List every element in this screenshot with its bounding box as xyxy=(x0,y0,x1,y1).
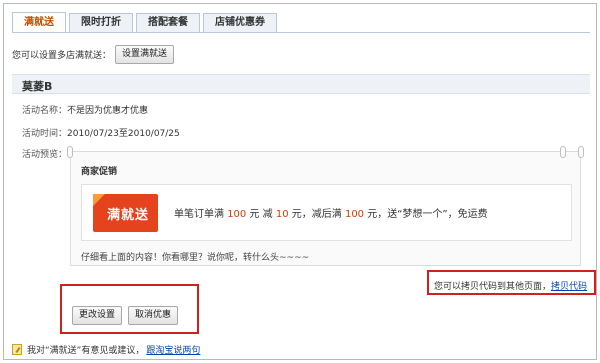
copy-code-row: 您可以拷贝代码到其他页面，拷贝代码 xyxy=(434,279,587,292)
setup-row: 您可以设置多店满就送： 设置满就送 xyxy=(12,44,175,64)
rule-amount-2: 10 xyxy=(275,209,289,220)
feedback-note-icon xyxy=(12,343,22,355)
rule-part-1: 单笔订单满 xyxy=(174,209,224,220)
resize-handle-right[interactable] xyxy=(578,146,584,158)
preview-title: 商家促销 xyxy=(81,167,118,177)
activity-preview-field: 活动预览： xyxy=(22,147,67,160)
copy-code-text: 您可以拷贝代码到其他页面， xyxy=(434,282,552,292)
setup-manjiusong-button[interactable]: 设置满就送 xyxy=(115,44,175,64)
promo-card: 满就送 单笔订单满 100 元 减 10 元，减后满 100 元，送“梦想一个”… xyxy=(81,184,572,241)
promo-rule: 单笔订单满 100 元 减 10 元，减后满 100 元，送“梦想一个”，免运费 xyxy=(174,205,488,220)
activity-name-label: 活动名称： xyxy=(22,106,68,116)
copy-code-highlight: 您可以拷贝代码到其他页面，拷贝代码 xyxy=(427,270,596,295)
rule-amount-1: 100 xyxy=(227,209,247,220)
activity-name-field: 活动名称：不是因为优惠才优惠 xyxy=(22,103,148,116)
tab-manjiusong[interactable]: 满就送 xyxy=(12,12,66,33)
resize-handle-right-inner[interactable] xyxy=(560,146,566,158)
badge-corner xyxy=(93,194,105,206)
cancel-promo-button[interactable]: 取消优惠 xyxy=(128,306,179,325)
tab-bundle[interactable]: 搭配套餐 xyxy=(136,13,200,32)
activity-preview-label: 活动预览： xyxy=(22,150,68,160)
rule-part-3: 元，减后满 xyxy=(291,209,342,220)
actions-highlight: 更改设置 取消优惠 xyxy=(60,284,199,334)
app-frame: 满就送 限时打折 搭配套餐 店铺优惠券 您可以设置多店满就送： 设置满就送 莫菱… xyxy=(3,3,597,360)
rule-amount-3: 100 xyxy=(344,209,365,220)
panel-title: 莫菱B xyxy=(22,80,53,93)
tab-flash-discount[interactable]: 限时打折 xyxy=(69,13,133,32)
resize-handle-left[interactable] xyxy=(67,146,73,158)
modify-settings-button[interactable]: 更改设置 xyxy=(72,306,123,325)
activity-name-value: 不是因为优惠才优惠 xyxy=(67,106,149,116)
panel-header: 莫菱B xyxy=(12,74,590,94)
tab-store-coupon[interactable]: 店铺优惠券 xyxy=(203,13,277,32)
rule-part-2: 元 减 xyxy=(249,209,273,220)
feedback-row: 我对“满就送”有意见或建议， 跟淘宝说两句 xyxy=(12,342,200,356)
rule-part-4: 元，送“梦想一个”，免运费 xyxy=(367,209,488,220)
manjiusong-badge-icon: 满就送 xyxy=(93,194,158,232)
activity-time-value: 2010/07/23至2010/07/25 xyxy=(67,129,180,139)
feedback-link[interactable]: 跟淘宝说两句 xyxy=(146,343,200,356)
tab-bar: 满就送 限时打折 搭配套餐 店铺优惠券 xyxy=(12,11,280,33)
copy-code-link[interactable]: 拷贝代码 xyxy=(551,282,587,292)
promo-preview: 商家促销 满就送 单笔订单满 100 元 减 10 元，减后满 100 元，送“… xyxy=(67,146,584,266)
activity-time-field: 活动时间：2010/07/23至2010/07/25 xyxy=(22,126,180,139)
tab-divider xyxy=(12,32,590,33)
preview-note: 仔细看上面的内容！你看哪里？说你呢，转什么头~~~~ xyxy=(81,253,310,263)
feedback-text: 我对“满就送”有意见或建议， xyxy=(27,345,145,356)
action-buttons: 更改设置 取消优惠 xyxy=(72,306,179,325)
setup-text: 您可以设置多店满就送： xyxy=(12,50,112,61)
activity-time-label: 活动时间： xyxy=(22,129,68,139)
badge-text: 满就送 xyxy=(107,208,150,223)
